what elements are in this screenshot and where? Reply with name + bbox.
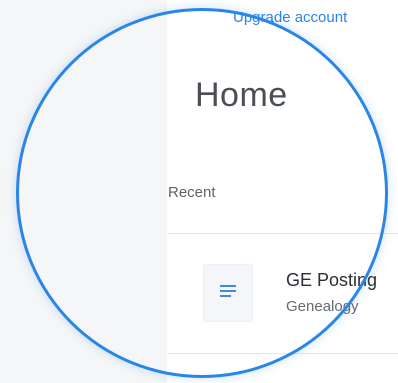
file-name: GE Posting (286, 270, 378, 290)
document-lines-icon (220, 284, 236, 303)
recent-file-row[interactable]: GE Posting Genealogy (167, 234, 398, 353)
divider (167, 353, 398, 354)
file-thumbnail (203, 264, 253, 322)
recent-section-label: Recent (168, 184, 216, 201)
file-subtitle: Genealogy (286, 298, 359, 315)
page-title: Home (195, 76, 288, 114)
upgrade-account-link[interactable]: Upgrade account (233, 9, 398, 26)
